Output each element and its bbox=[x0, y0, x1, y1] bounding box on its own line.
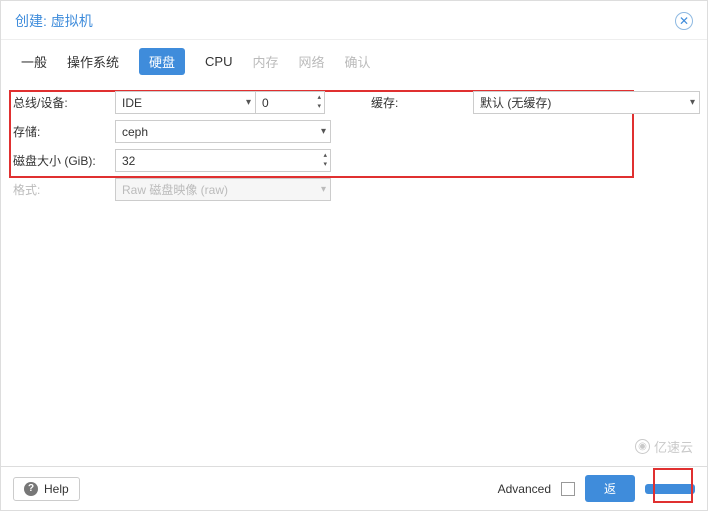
spinner-icon[interactable]: ▴▾ bbox=[317, 93, 321, 112]
spinner-icon[interactable]: ▴▾ bbox=[323, 151, 327, 170]
tab-memory: 内存 bbox=[253, 52, 279, 71]
advanced-checkbox[interactable] bbox=[561, 482, 575, 496]
format-select: Raw 磁盘映像 (raw) ▾ bbox=[115, 178, 331, 201]
cache-label: 缓存: bbox=[371, 94, 473, 111]
close-icon[interactable]: ✕ bbox=[675, 12, 693, 30]
tab-cpu[interactable]: CPU bbox=[205, 54, 232, 69]
device-number-input[interactable]: 0 ▴▾ bbox=[256, 91, 325, 114]
cache-select[interactable]: 默认 (无缓存) ▾ bbox=[473, 91, 700, 114]
tab-general[interactable]: 一般 bbox=[21, 52, 47, 71]
help-icon: ? bbox=[24, 482, 38, 496]
advanced-label: Advanced bbox=[498, 482, 551, 496]
storage-label: 存储: bbox=[13, 123, 115, 140]
next-button[interactable] bbox=[645, 484, 695, 494]
chevron-down-icon: ▾ bbox=[321, 185, 326, 195]
chevron-down-icon: ▾ bbox=[321, 127, 326, 137]
chevron-down-icon: ▾ bbox=[690, 98, 695, 108]
chevron-down-icon: ▾ bbox=[246, 98, 251, 108]
tab-confirm: 确认 bbox=[345, 52, 371, 71]
help-button[interactable]: ? Help bbox=[13, 477, 80, 501]
back-button[interactable]: 返 bbox=[585, 475, 635, 502]
storage-select[interactable]: ceph ▾ bbox=[115, 120, 331, 143]
tab-bar: 一般 操作系统 硬盘 CPU 内存 网络 确认 bbox=[1, 40, 707, 85]
tab-os[interactable]: 操作系统 bbox=[67, 52, 119, 71]
dialog-title: 创建: 虚拟机 bbox=[15, 11, 93, 31]
format-label: 格式: bbox=[13, 181, 115, 198]
watermark-icon: ◉ bbox=[635, 439, 650, 454]
bus-label: 总线/设备: bbox=[13, 94, 115, 111]
tab-network: 网络 bbox=[299, 52, 325, 71]
disksize-input[interactable]: 32 ▴▾ bbox=[115, 149, 331, 172]
watermark: ◉ 亿速云 bbox=[635, 437, 693, 456]
bus-select[interactable]: IDE ▾ bbox=[115, 91, 256, 114]
disksize-label: 磁盘大小 (GiB): bbox=[13, 152, 115, 169]
tab-disk[interactable]: 硬盘 bbox=[139, 48, 185, 75]
